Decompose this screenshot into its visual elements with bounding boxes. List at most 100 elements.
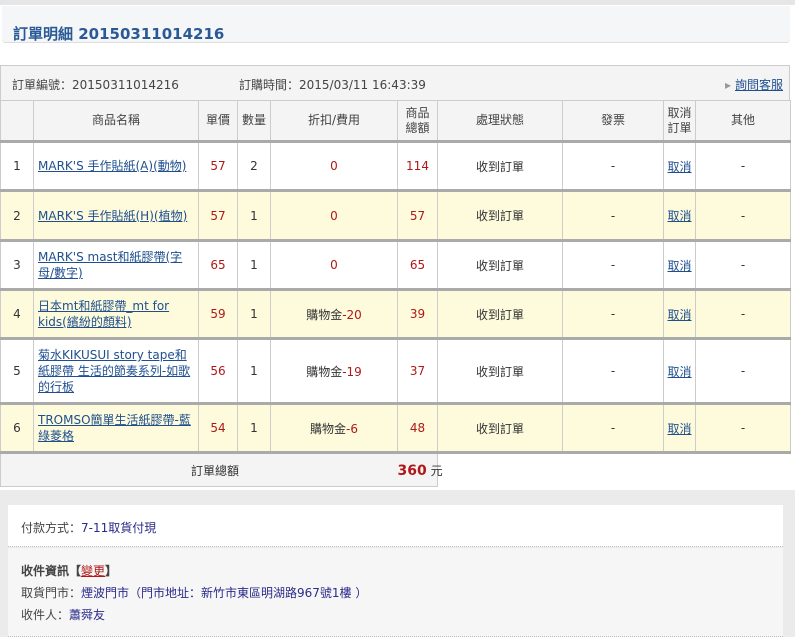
status: 收到訂單 xyxy=(437,403,563,454)
product-name-cell: MARK'S 手作貼紙(H)(植物) xyxy=(33,190,199,242)
discount: 0 xyxy=(270,190,398,242)
contact-support-link[interactable]: 詢問客服 xyxy=(725,76,783,93)
unit-price: 59 xyxy=(198,289,238,340)
order-number: 訂單編號：20150311014216 xyxy=(12,76,179,93)
other: - xyxy=(695,190,791,242)
other: - xyxy=(695,289,791,340)
discount-value: -6 xyxy=(346,421,358,436)
table-row: 1 MARK'S 手作貼紙(A)(動物) 57 2 0 114 收到訂單 - 取消 - xyxy=(0,141,791,192)
table-row: 5 菊水KIKUSUI story tape和紙膠帶 生活的節奏系列-如歌的行板 5… xyxy=(0,338,791,405)
quantity: 1 xyxy=(237,240,271,291)
page-title: 訂單明細 20150311014216 xyxy=(13,25,225,43)
row-index: 3 xyxy=(0,240,34,291)
table-row: 6 TROMSO簡單生活紙膠帶-藍綠菱格 54 1 購物金-6 48 收到訂單 - 取消 - xyxy=(0,403,791,454)
unit-price: 56 xyxy=(198,338,238,405)
invoice: - xyxy=(562,240,664,291)
cancel-link[interactable]: 取消 xyxy=(667,422,691,436)
cancel-link[interactable]: 取消 xyxy=(667,308,691,322)
cancel-cell: 取消 xyxy=(663,403,696,454)
invoice: - xyxy=(562,403,664,454)
col-other: 其他 xyxy=(695,100,791,143)
product-name-cell: MARK'S mast和紙膠帶(字母/數字) xyxy=(33,240,199,291)
order-total-value: 360 xyxy=(397,462,427,479)
col-index xyxy=(0,100,34,143)
other: - xyxy=(695,338,791,405)
order-items-table: 商品名稱 單價 數量 折扣/費用 商品總額 處理狀態 發票 取消訂單 其他 1M… xyxy=(0,100,791,487)
item-total: 114 xyxy=(397,141,438,192)
discount-value: 0 xyxy=(330,258,338,272)
status: 收到訂單 xyxy=(437,240,563,291)
discount: 購物金-19 xyxy=(270,338,398,405)
col-qty: 數量 xyxy=(237,100,271,143)
item-total: 65 xyxy=(397,240,438,291)
order-details-panel: 付款方式：7-11取貨付現 收件資訊【變更】 取貨門市：煙波門市（門市地址：新竹… xyxy=(0,490,795,637)
discount: 購物金-20 xyxy=(270,289,398,340)
table-row: 2 MARK'S 手作貼紙(H)(植物) 57 1 0 57 收到訂單 - 取消 - xyxy=(0,190,791,242)
product-link[interactable]: TROMSO簡單生活紙膠帶-藍綠菱格 xyxy=(38,413,191,443)
row-index: 6 xyxy=(0,403,34,454)
discount: 購物金-6 xyxy=(270,403,398,454)
order-number-value: 20150311014216 xyxy=(72,78,179,92)
product-name-cell: MARK'S 手作貼紙(A)(動物) xyxy=(33,141,199,192)
recipient-value: 蕭舜友 xyxy=(69,608,106,622)
product-link[interactable]: 菊水KIKUSUI story tape和紙膠帶 生活的節奏系列-如歌的行板 xyxy=(38,348,190,394)
shipping-title-text: 收件資訊【 xyxy=(21,564,82,578)
item-total: 57 xyxy=(397,190,438,242)
discount-label: 購物金 xyxy=(310,421,347,436)
pickup-store: 取貨門市：煙波門市（門市地址：新竹市東區明湖路967號1樓 ） xyxy=(21,584,367,601)
table-row: 3 MARK'S mast和紙膠帶(字母/數字) 65 1 0 65 收到訂單 - 取消 - xyxy=(0,240,791,291)
order-info-bar: 訂單編號：20150311014216 訂購時間：2015/03/11 16:4… xyxy=(0,65,790,101)
change-shipping-link[interactable]: 變更 xyxy=(81,564,105,578)
product-link[interactable]: MARK'S 手作貼紙(A)(動物) xyxy=(38,159,186,173)
product-link[interactable]: MARK'S mast和紙膠帶(字母/數字) xyxy=(38,250,182,280)
cancel-link[interactable]: 取消 xyxy=(667,209,691,223)
col-name: 商品名稱 xyxy=(33,100,199,143)
cancel-cell: 取消 xyxy=(663,190,696,242)
quantity: 1 xyxy=(237,289,271,340)
row-index: 1 xyxy=(0,141,34,192)
discount-value: 0 xyxy=(330,159,338,173)
other: - xyxy=(695,141,791,192)
shipping-title-end: 】 xyxy=(105,564,118,578)
order-time: 訂購時間：2015/03/11 16:43:39 xyxy=(239,76,426,93)
unit-price: 57 xyxy=(198,141,238,192)
order-time-label: 訂購時間： xyxy=(239,78,300,92)
product-link[interactable]: MARK'S 手作貼紙(H)(植物) xyxy=(38,209,187,223)
cancel-link[interactable]: 取消 xyxy=(667,365,691,379)
quantity: 2 xyxy=(237,141,271,192)
order-time-value: 2015/03/11 16:43:39 xyxy=(299,78,426,92)
payment-section: 付款方式：7-11取貨付現 xyxy=(8,505,783,547)
col-discount: 折扣/費用 xyxy=(270,100,398,143)
product-name-cell: 日本mt和紙膠帶_mt for kids(繽紛的顏料) xyxy=(33,289,199,340)
invoice: - xyxy=(562,190,664,242)
product-name-cell: TROMSO簡單生活紙膠帶-藍綠菱格 xyxy=(33,403,199,454)
discount: 0 xyxy=(270,240,398,291)
col-total: 商品總額 xyxy=(397,100,438,143)
cancel-link[interactable]: 取消 xyxy=(667,259,691,273)
row-index: 5 xyxy=(0,338,34,405)
product-link[interactable]: 日本mt和紙膠帶_mt for kids(繽紛的顏料) xyxy=(38,299,169,329)
table-header: 商品名稱 單價 數量 折扣/費用 商品總額 處理狀態 發票 取消訂單 其他 xyxy=(0,100,791,143)
quantity: 1 xyxy=(237,190,271,242)
unit-price: 65 xyxy=(198,240,238,291)
discount-label: 購物金 xyxy=(306,364,343,379)
cancel-cell: 取消 xyxy=(663,141,696,192)
item-total: 39 xyxy=(397,289,438,340)
unit-price: 57 xyxy=(198,190,238,242)
discount: 0 xyxy=(270,141,398,192)
product-name-cell: 菊水KIKUSUI story tape和紙膠帶 生活的節奏系列-如歌的行板 xyxy=(33,338,199,405)
status: 收到訂單 xyxy=(437,141,563,192)
status: 收到訂單 xyxy=(437,289,563,340)
order-total: 360 元 xyxy=(397,452,443,487)
other: - xyxy=(695,403,791,454)
cancel-link[interactable]: 取消 xyxy=(667,160,691,174)
payment-method: 付款方式：7-11取貨付現 xyxy=(21,519,156,536)
col-invoice: 發票 xyxy=(562,100,664,143)
other: - xyxy=(695,240,791,291)
col-cancel: 取消訂單 xyxy=(663,100,696,143)
discount-label: 購物金 xyxy=(306,307,343,322)
cancel-cell: 取消 xyxy=(663,240,696,291)
shipping-title: 收件資訊【變更】 xyxy=(21,562,117,579)
currency: 元 xyxy=(430,463,443,478)
cancel-cell: 取消 xyxy=(663,338,696,405)
